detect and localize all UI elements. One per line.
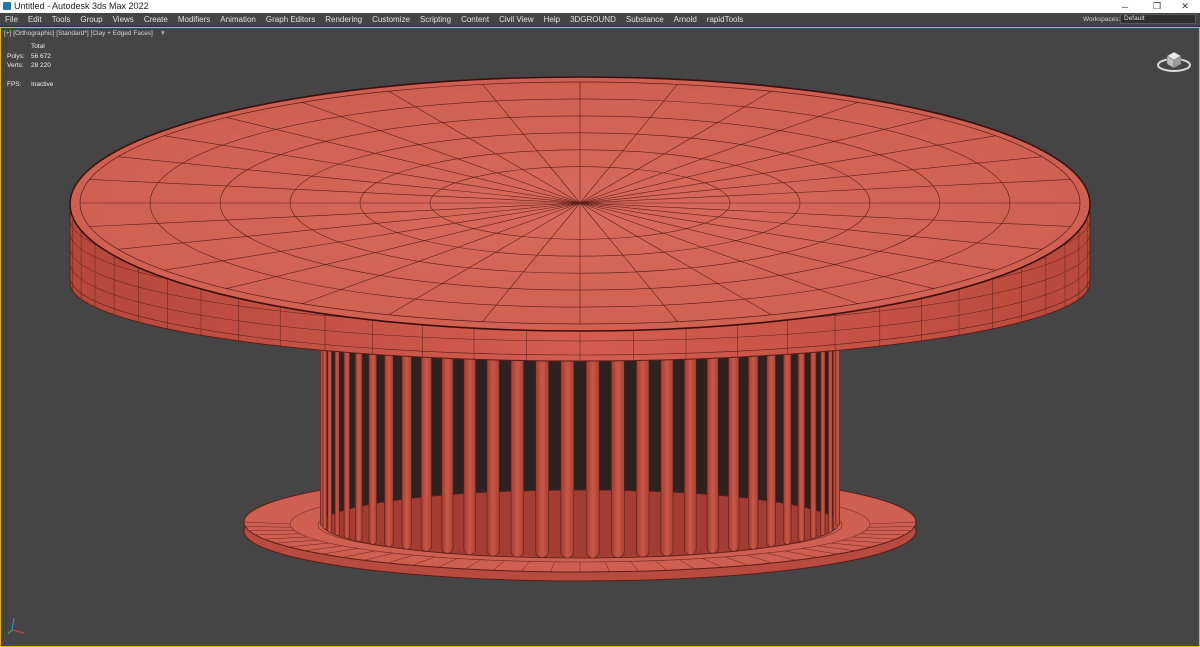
stats-header: Total — [31, 43, 45, 50]
menu-bar: File Edit Tools Group Views Create Modif… — [0, 13, 1200, 27]
menu-arnold[interactable]: Arnold — [669, 13, 702, 26]
tabletop — [69, 76, 1091, 362]
menu-graph-editors[interactable]: Graph Editors — [261, 13, 320, 26]
menu-group[interactable]: Group — [75, 13, 107, 26]
menu-customize[interactable]: Customize — [367, 13, 415, 26]
title-bar: Untitled - Autodesk 3ds Max 2022 ─ ❐ ✕ — [0, 0, 1200, 14]
close-button[interactable]: ✕ — [1170, 0, 1200, 13]
viewport-label-menu[interactable]: [+] [Orthographic] [Standard*] [Clay + E… — [4, 30, 166, 38]
menu-scripting[interactable]: Scripting — [415, 13, 456, 26]
menu-help[interactable]: Help — [539, 13, 565, 26]
menu-tools[interactable]: Tools — [47, 13, 76, 26]
viewcube-icon[interactable] — [1156, 43, 1192, 75]
3dsmax-app-icon — [3, 2, 11, 10]
menu-edit[interactable]: Edit — [23, 13, 47, 26]
menu-rendering[interactable]: Rendering — [320, 13, 367, 26]
perspective-viewport[interactable]: [+] [Orthographic] [Standard*] [Clay + E… — [0, 27, 1200, 647]
menu-modifiers[interactable]: Modifiers — [173, 13, 215, 26]
axis-tripod-icon — [7, 617, 25, 635]
column-cage — [319, 348, 841, 559]
verts-label: Verts: — [7, 62, 24, 69]
table-model — [69, 76, 1091, 582]
menu-animation[interactable]: Animation — [215, 13, 261, 26]
3dsmax-window: Untitled - Autodesk 3ds Max 2022 ─ ❐ ✕ F… — [0, 0, 1200, 647]
menu-substance[interactable]: Substance — [621, 13, 669, 26]
menu-rapidtools[interactable]: rapidTools — [702, 13, 748, 26]
menu-create[interactable]: Create — [139, 13, 173, 26]
fps-label: FPS: — [7, 81, 22, 88]
menu-civil-view[interactable]: Civil View — [494, 13, 539, 26]
restore-button[interactable]: ❐ — [1142, 0, 1172, 13]
menu-3dground[interactable]: 3DGROUND — [565, 13, 621, 26]
menu-content[interactable]: Content — [456, 13, 494, 26]
fps-value: Inactive — [31, 81, 54, 88]
polys-label: Polys: — [7, 53, 25, 60]
workspaces-dropdown[interactable]: Default — [1120, 14, 1196, 24]
viewport-label-text[interactable]: [+] [Orthographic] [Standard*] [Clay + E… — [4, 30, 153, 37]
menu-views[interactable]: Views — [108, 13, 139, 26]
workspaces-label: Workspaces: — [1083, 16, 1121, 23]
menu-file[interactable]: File — [0, 13, 23, 26]
verts-value: 28 220 — [31, 62, 51, 69]
minimize-button[interactable]: ─ — [1110, 0, 1140, 13]
funnel-icon[interactable]: ▼ — [160, 30, 166, 37]
polys-value: 56 672 — [31, 53, 51, 60]
main-menu: File Edit Tools Group Views Create Modif… — [0, 13, 748, 26]
window-title: Untitled - Autodesk 3ds Max 2022 — [14, 1, 149, 11]
